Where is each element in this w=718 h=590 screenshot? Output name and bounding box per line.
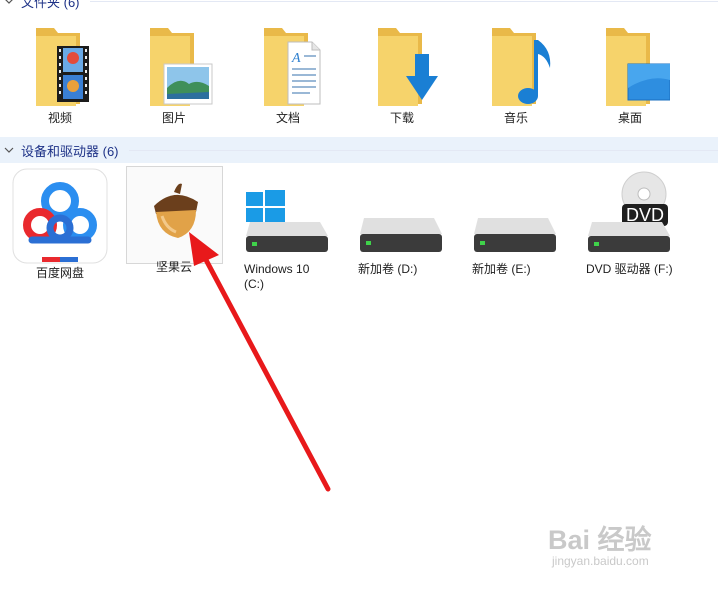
device-label-line2: (C:) <box>244 277 264 291</box>
windows-drive-icon <box>246 190 328 252</box>
music-folder-icon <box>492 28 551 106</box>
folders-group-title: 文件夹 (6) <box>21 0 80 10</box>
device-nutstore[interactable]: 坚果云 <box>126 168 222 275</box>
folder-label: 桌面 <box>617 111 642 125</box>
folder-label: 文档 <box>275 111 300 125</box>
device-label: DVD 驱动器 (F:) <box>586 262 673 276</box>
baidu-netdisk-icon <box>12 168 108 264</box>
pictures-folder-icon <box>150 28 213 106</box>
nutstore-acorn-icon <box>154 183 198 238</box>
drive-e[interactable]: 新加卷 (E:) <box>468 168 564 277</box>
watermark-main-text: Bai 经验 <box>548 525 652 555</box>
dvd-drive-icon: DVD <box>588 171 670 252</box>
group-divider <box>89 0 718 2</box>
drive-f[interactable]: DVD DVD 驱动器 (F:) <box>582 168 678 277</box>
desktop-folder-icon <box>606 28 670 106</box>
hard-drive-icon <box>360 218 442 252</box>
folder-label: 下载 <box>389 111 414 125</box>
device-label: Windows 10 <box>244 262 310 276</box>
folders-group-header[interactable]: 文件夹 (6) <box>0 0 718 14</box>
watermark-url: jingyan.baidu.com <box>552 554 649 568</box>
devices-group-header[interactable]: 设备和驱动器 (6) <box>0 137 718 163</box>
device-label: 百度网盘 <box>35 266 84 280</box>
folder-documents[interactable]: A 文档 <box>240 24 336 126</box>
folder-desktop[interactable]: 桌面 <box>582 24 678 126</box>
folder-videos[interactable]: 视频 <box>12 24 108 126</box>
folder-music[interactable]: 音乐 <box>468 24 564 126</box>
device-label: 新加卷 (D:) <box>358 262 418 276</box>
device-baidu-netdisk[interactable]: 百度网盘 <box>12 168 108 281</box>
hard-drive-icon <box>474 218 556 252</box>
svg-text:A: A <box>291 51 301 66</box>
folder-downloads[interactable]: 下载 <box>354 24 450 126</box>
baidu-jingyan-watermark: Bai 经验 jingyan.baidu.com <box>548 516 713 576</box>
folder-label: 视频 <box>47 111 72 125</box>
downloads-folder-icon <box>378 28 438 106</box>
drive-d[interactable]: 新加卷 (D:) <box>354 168 450 277</box>
chevron-down-icon <box>4 147 14 153</box>
device-label: 坚果云 <box>155 260 192 274</box>
folder-label: 音乐 <box>503 111 528 125</box>
drive-c[interactable]: Windows 10 (C:) <box>240 168 336 292</box>
documents-folder-icon: A <box>264 28 321 106</box>
folder-pictures[interactable]: 图片 <box>126 24 222 126</box>
devices-group-title: 设备和驱动器 (6) <box>21 143 119 159</box>
group-divider <box>128 149 718 151</box>
video-folder-icon <box>36 28 89 106</box>
chevron-down-icon <box>5 0 13 4</box>
device-label: 新加卷 (E:) <box>472 262 531 276</box>
folder-label: 图片 <box>161 111 186 125</box>
